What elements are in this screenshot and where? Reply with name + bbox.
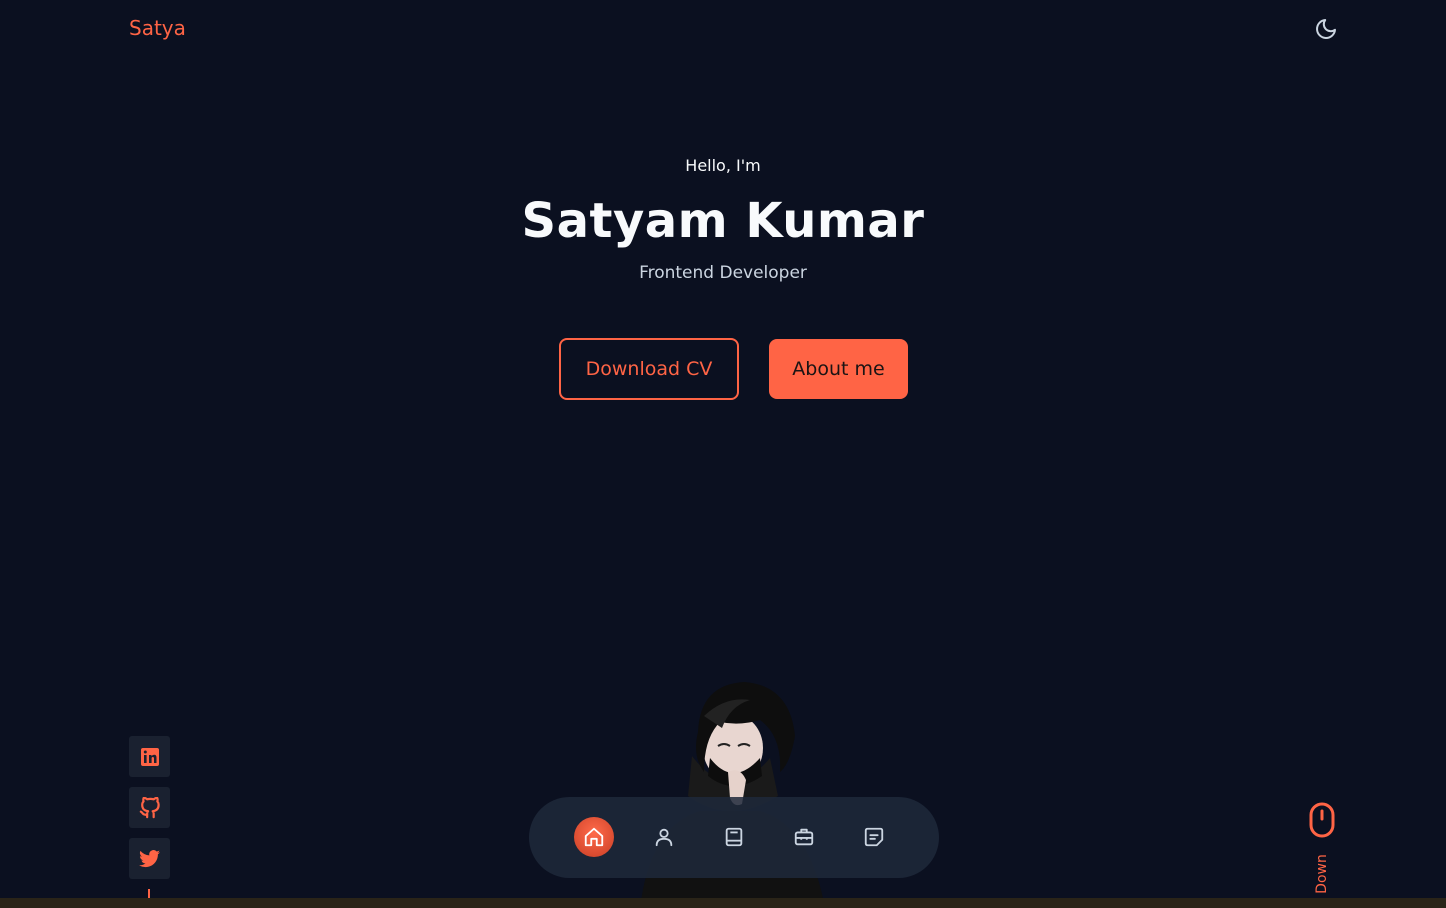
github-icon [139, 796, 160, 818]
nav-about[interactable] [644, 817, 684, 857]
nav-portfolio[interactable] [784, 817, 824, 857]
hero-role: Frontend Developer [639, 263, 807, 283]
user-icon [655, 828, 673, 847]
hero-name: Satyam Kumar [521, 193, 925, 249]
briefcase-icon [794, 828, 814, 846]
message-icon [864, 827, 884, 847]
logo[interactable]: Satya [129, 16, 186, 40]
mouse-icon [1309, 802, 1335, 838]
greeting-text: Hello, I'm [685, 156, 761, 175]
home-icon [584, 827, 604, 847]
about-me-button[interactable]: About me [769, 339, 908, 399]
download-cv-button[interactable]: Download CV [559, 338, 739, 400]
social-links [129, 736, 170, 889]
nav-contact[interactable] [854, 817, 894, 857]
twitter-link[interactable] [129, 838, 170, 879]
bottom-edge-bar [0, 898, 1446, 908]
twitter-icon [138, 849, 160, 867]
book-icon [725, 827, 743, 847]
linkedin-link[interactable] [129, 736, 170, 777]
linkedin-icon [140, 747, 159, 766]
bottom-nav [529, 797, 939, 878]
nav-home[interactable] [574, 817, 614, 857]
nav-skills[interactable] [714, 817, 754, 857]
theme-toggle-button[interactable] [1312, 15, 1340, 43]
scroll-down-label: Down [1314, 854, 1330, 894]
github-link[interactable] [129, 787, 170, 828]
moon-icon [1316, 19, 1336, 39]
